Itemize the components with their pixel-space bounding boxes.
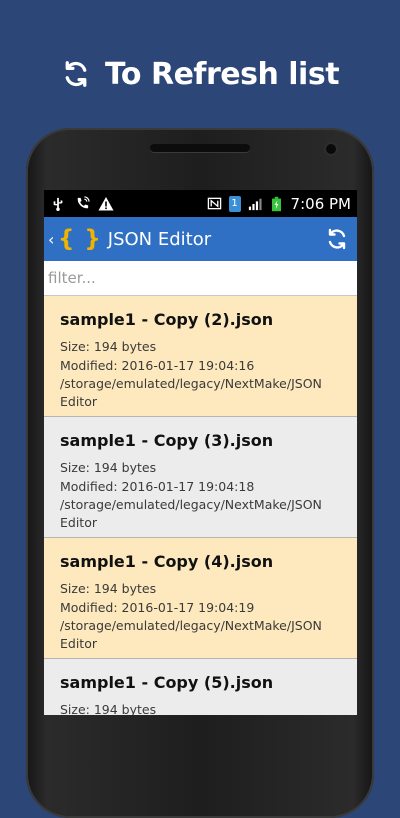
file-size: Size: 194 bytes xyxy=(60,702,157,715)
list-item[interactable]: sample1 - Copy (4).json Size: 194 bytes … xyxy=(44,538,357,659)
earpiece-speaker xyxy=(150,144,250,152)
filter-bar xyxy=(44,261,357,296)
file-name: sample1 - Copy (3).json xyxy=(60,431,274,450)
file-path: /storage/emulated/legacy/NextMake/JSON E… xyxy=(60,376,322,409)
list-item[interactable]: sample1 - Copy (3).json Size: 194 bytes … xyxy=(44,417,357,538)
app-screen: 1 7:06 PM ‹ { } JSON Editor sample1 - Co… xyxy=(44,190,357,715)
file-name: sample1 - Copy (5).json xyxy=(60,673,274,692)
phone-top-bezel xyxy=(26,128,374,190)
battery-icon xyxy=(269,196,285,212)
list-item[interactable]: sample1 - Copy (5).json Size: 194 bytes xyxy=(44,659,357,715)
app-logo[interactable]: { } xyxy=(58,226,102,252)
file-size: Size: 194 bytes xyxy=(60,339,157,354)
promo-text: To Refresh list xyxy=(104,56,340,92)
sim-icon: 1 xyxy=(228,195,241,212)
refresh-icon xyxy=(61,59,91,89)
app-title: JSON Editor xyxy=(107,228,212,250)
signal-icon xyxy=(247,196,263,212)
refresh-icon xyxy=(328,228,346,250)
list-item[interactable]: sample1 - Copy (2).json Size: 194 bytes … xyxy=(44,296,357,417)
file-size: Size: 194 bytes xyxy=(60,460,157,475)
file-size: Size: 194 bytes xyxy=(60,581,157,596)
file-name: sample1 - Copy (4).json xyxy=(60,552,274,571)
front-camera xyxy=(326,144,336,154)
file-path: /storage/emulated/legacy/NextMake/JSON E… xyxy=(60,618,322,651)
file-modified: Modified: 2016-01-17 19:04:18 xyxy=(60,479,255,494)
file-modified: Modified: 2016-01-17 19:04:19 xyxy=(60,600,255,615)
refresh-button[interactable] xyxy=(325,227,349,251)
nfc-icon xyxy=(207,196,223,212)
usb-icon xyxy=(50,196,66,212)
action-bar: ‹ { } JSON Editor xyxy=(44,217,357,261)
file-list: sample1 - Copy (2).json Size: 194 bytes … xyxy=(44,296,357,715)
file-name: sample1 - Copy (2).json xyxy=(60,310,274,329)
warning-icon xyxy=(98,196,114,212)
status-bar: 1 7:06 PM xyxy=(44,190,357,217)
file-modified: Modified: 2016-01-17 19:04:16 xyxy=(60,358,255,373)
filter-input[interactable] xyxy=(44,261,357,295)
promo-header: To Refresh list xyxy=(0,52,400,96)
wifi-call-icon xyxy=(74,196,90,212)
file-path: /storage/emulated/legacy/NextMake/JSON E… xyxy=(60,497,322,530)
back-chevron-icon[interactable]: ‹ xyxy=(48,230,56,249)
status-time: 7:06 PM xyxy=(290,194,351,213)
